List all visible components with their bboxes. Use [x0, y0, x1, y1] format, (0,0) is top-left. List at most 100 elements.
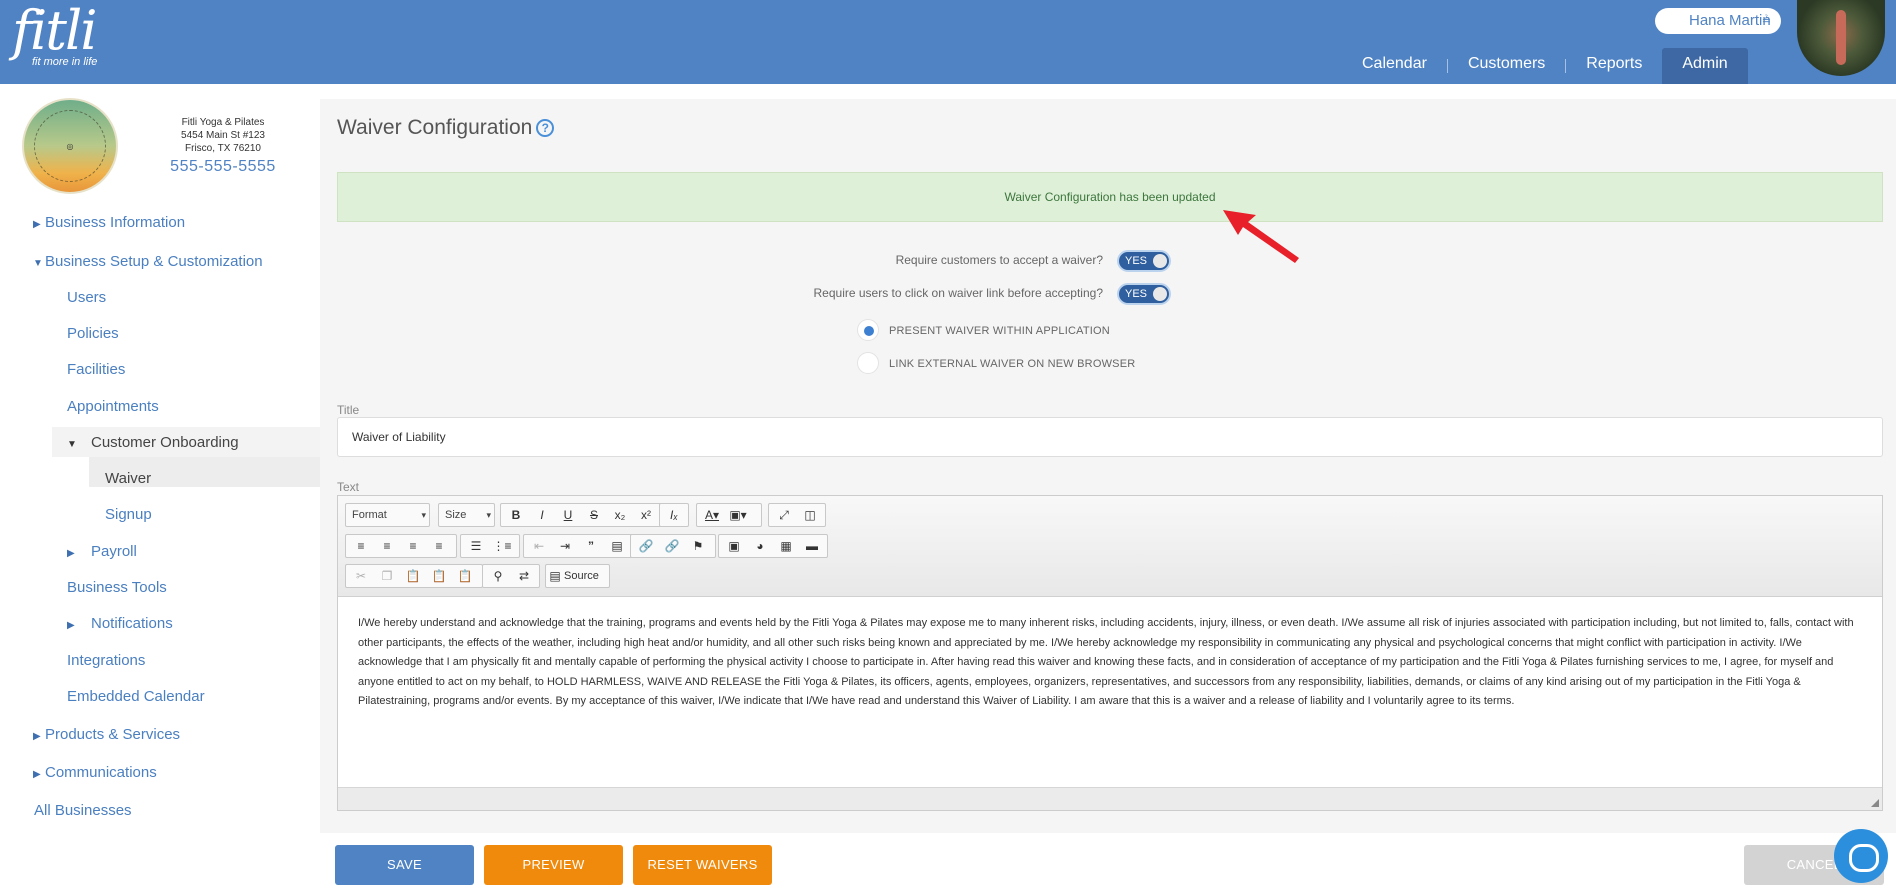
business-phone[interactable]: 555-555-5555 [162, 155, 284, 179]
resize-handle-icon[interactable] [1871, 799, 1879, 807]
editor-footer [338, 787, 1882, 810]
replace-icon[interactable]: ⇄ [511, 565, 537, 587]
business-address-1: 5454 Main St #123 [181, 130, 265, 141]
sidebar-item-facilities[interactable]: Facilities [67, 361, 125, 378]
user-menu[interactable]: Hana Martin ≟ [1655, 8, 1781, 34]
remove-format-icon[interactable]: Iₓ [662, 504, 686, 526]
find-icon[interactable]: ⚲ [485, 565, 511, 587]
italic-icon[interactable]: I [529, 504, 555, 526]
flash-icon[interactable]: ◕ [747, 535, 773, 557]
toggle-knob [1153, 254, 1167, 268]
sidebar-item-policies[interactable]: Policies [67, 325, 119, 342]
anchor-flag-icon[interactable]: ⚑ [685, 535, 711, 557]
logo-tagline: fit more in life [32, 56, 98, 68]
avatar[interactable] [1797, 0, 1885, 76]
strikethrough-icon[interactable]: S [581, 504, 607, 526]
save-button[interactable]: SAVE [335, 845, 474, 885]
radio-link-label: LINK EXTERNAL WAIVER ON NEW BROWSER [889, 358, 1136, 370]
sidebar-item-waiver[interactable]: Waiver [105, 470, 151, 487]
sidebar-item-integrations[interactable]: Integrations [67, 652, 145, 669]
nav-customers[interactable]: Customers [1448, 48, 1565, 84]
sidebar-item-business-information[interactable]: ▶ Business Information [33, 214, 185, 231]
cut-icon[interactable]: ✂ [348, 565, 374, 587]
horizontal-line-icon[interactable]: ▬ [799, 535, 825, 557]
sidebar-item-signup[interactable]: Signup [105, 506, 152, 523]
indent-group: ⇤ ⇥ ” ▤ [523, 534, 639, 558]
require-click-label: Require users to click on waiver link be… [813, 286, 1103, 300]
bold-icon[interactable]: B [503, 504, 529, 526]
help-icon[interactable]: ? [536, 119, 555, 137]
format-dropdown[interactable]: Format [345, 503, 430, 527]
page-title: Waiver Configuration? [337, 116, 555, 140]
require-accept-label: Require customers to accept a waiver? [895, 253, 1103, 267]
link-icon[interactable]: 🔗 [633, 535, 659, 557]
text-field-label: Text [337, 480, 360, 494]
indent-icon[interactable]: ⇥ [552, 535, 578, 557]
sidebar-item-appointments[interactable]: Appointments [67, 398, 159, 415]
chat-support-icon[interactable] [1834, 829, 1888, 883]
unlink-icon[interactable]: 🔗 [659, 535, 685, 557]
sidebar-item-all-businesses[interactable]: All Businesses [34, 802, 132, 819]
source-button[interactable]: ▤ Source [545, 564, 610, 588]
list-group: ☰ ⋮≡ [460, 534, 520, 558]
background-color-icon[interactable]: ▣▾ [725, 504, 751, 526]
sidebar-item-communications[interactable]: ▶ Communications [33, 764, 157, 781]
editor-content[interactable]: I/We hereby understand and acknowledge t… [338, 597, 1882, 789]
view-group: ⤢ ◫ [768, 503, 826, 527]
business-address-2: Frisco, TX 76210 [185, 143, 261, 154]
maximize-icon[interactable]: ⤢ [771, 504, 797, 526]
insert-group: ▣ ◕ ▦ ▬ [718, 534, 828, 558]
nav-calendar[interactable]: Calendar [1342, 48, 1447, 84]
underline-icon[interactable]: U [555, 504, 581, 526]
radio-present-within-app[interactable] [857, 319, 879, 341]
sidebar-item-payroll[interactable]: ▶ Payroll [67, 543, 137, 560]
title-field[interactable]: Waiver of Liability [337, 417, 1883, 457]
user-name: Hana Martin [1689, 12, 1771, 29]
blockquote-icon[interactable]: ” [578, 535, 604, 557]
sidebar-item-business-setup[interactable]: ▼ Business Setup & Customization [33, 253, 263, 270]
table-icon[interactable]: ▦ [773, 535, 799, 557]
show-blocks-icon[interactable]: ◫ [797, 504, 823, 526]
caret-down-icon: ▼ [67, 439, 77, 450]
require-click-toggle[interactable]: YES [1117, 283, 1171, 305]
annotation-arrow-icon [1223, 210, 1299, 263]
sidebar-item-notifications[interactable]: ▶ Notifications [67, 615, 173, 632]
numbered-list-icon[interactable]: ☰ [463, 535, 489, 557]
size-dropdown[interactable]: Size [438, 503, 495, 527]
subscript-icon[interactable]: x₂ [607, 504, 633, 526]
sidebar-item-business-tools[interactable]: Business Tools [67, 579, 167, 596]
business-name: Fitli Yoga & Pilates [181, 117, 265, 128]
nav-admin[interactable]: Admin [1662, 48, 1748, 84]
div-container-icon[interactable]: ▤ [604, 535, 630, 557]
text-style-group: B I U S x₂ x² [500, 503, 666, 527]
sidebar-item-embedded-calendar[interactable]: Embedded Calendar [67, 688, 205, 705]
clipboard-group: ✂ ❐ 📋 📋 📋 [345, 564, 483, 588]
sidebar: ◎ Fitli Yoga & Pilates 5454 Main St #123… [0, 84, 320, 893]
align-right-icon[interactable]: ≡ [400, 535, 426, 557]
bulleted-list-icon[interactable]: ⋮≡ [489, 535, 515, 557]
superscript-icon[interactable]: x² [633, 504, 659, 526]
align-justify-icon[interactable]: ≡ [426, 535, 452, 557]
business-logo: ◎ [22, 98, 118, 194]
main-nav: Calendar Customers Reports Admin [1342, 48, 1748, 84]
sidebar-item-users[interactable]: Users [67, 289, 106, 306]
text-color-icon[interactable]: A▾ [699, 504, 725, 526]
rich-text-editor: Format Size B I U S x₂ x² Iₓ A▾ ▣▾ ⤢ ◫ ≡… [337, 495, 1883, 811]
sidebar-item-customer-onboarding[interactable]: ▼ Customer Onboarding [67, 434, 239, 451]
align-center-icon[interactable]: ≡ [374, 535, 400, 557]
copy-icon[interactable]: ❐ [374, 565, 400, 587]
fitli-logo[interactable]: fitli [12, 4, 97, 58]
nav-reports[interactable]: Reports [1566, 48, 1662, 84]
image-icon[interactable]: ▣ [721, 535, 747, 557]
caret-down-icon: ▼ [33, 258, 43, 269]
paste-icon[interactable]: 📋 [400, 565, 426, 587]
sidebar-item-products-services[interactable]: ▶ Products & Services [33, 726, 180, 743]
paste-text-icon[interactable]: 📋 [426, 565, 452, 587]
align-left-icon[interactable]: ≡ [348, 535, 374, 557]
paste-word-icon[interactable]: 📋 [452, 565, 478, 587]
require-accept-toggle[interactable]: YES [1117, 250, 1171, 272]
outdent-icon[interactable]: ⇤ [526, 535, 552, 557]
preview-button[interactable]: PREVIEW [484, 845, 623, 885]
radio-link-external[interactable] [857, 352, 879, 374]
reset-waivers-button[interactable]: RESET WAIVERS [633, 845, 772, 885]
